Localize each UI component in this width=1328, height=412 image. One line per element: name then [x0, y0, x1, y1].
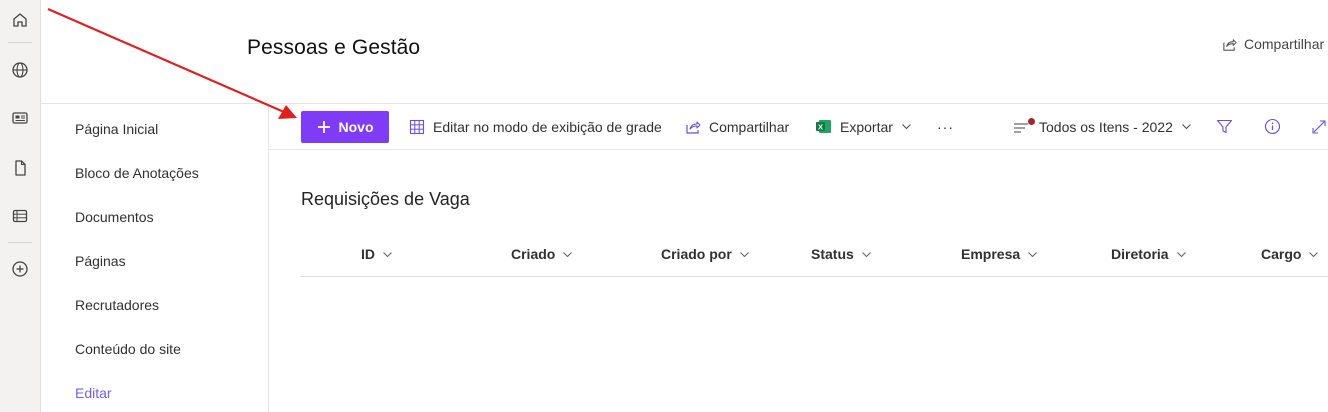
column-header-label: Status [811, 246, 854, 262]
plus-icon [317, 121, 330, 133]
chevron-down-icon [383, 251, 392, 257]
app-rail [0, 0, 41, 412]
news-icon[interactable] [6, 104, 34, 132]
column-header-label: Criado por [661, 246, 732, 262]
column-header-id[interactable]: ID [361, 246, 393, 262]
new-button[interactable]: Novo [301, 111, 389, 143]
svg-text:X: X [818, 123, 823, 132]
column-header-diretoria[interactable]: Diretoria [1111, 246, 1187, 262]
filter-button[interactable] [1216, 104, 1233, 149]
nav-item-recrutadores[interactable]: Recrutadores [75, 297, 159, 313]
expand-icon [1312, 119, 1326, 134]
grid-icon [409, 119, 425, 134]
new-button-label: Novo [338, 119, 374, 135]
site-share-button[interactable]: Compartilhar [1222, 36, 1324, 52]
column-header-empresa[interactable]: Empresa [961, 246, 1038, 262]
column-header-criado-por[interactable]: Criado por [661, 246, 750, 262]
chevron-down-icon [1176, 251, 1186, 257]
rail-separator [8, 42, 32, 43]
view-selector[interactable]: Todos os Itens - 2022 [1013, 104, 1192, 149]
home-icon[interactable] [6, 6, 34, 34]
column-header-label: Empresa [961, 246, 1021, 262]
nav-item-pagina-inicial[interactable]: Página Inicial [75, 121, 158, 137]
chevron-down-icon [1028, 251, 1038, 257]
export-button[interactable]: X Exportar [815, 104, 912, 149]
more-options-button[interactable]: ··· [937, 104, 954, 149]
chevron-down-icon [563, 251, 573, 257]
info-button[interactable] [1264, 104, 1281, 149]
column-header-label: ID [361, 246, 375, 262]
share-label: Compartilhar [709, 118, 790, 135]
column-header-label: Criado [511, 246, 556, 262]
column-header-divider [300, 276, 1328, 277]
list-icon[interactable] [6, 202, 34, 230]
command-bar: Novo Editar no modo de exibição de grade… [269, 104, 1328, 150]
chevron-down-icon [739, 251, 749, 257]
nav-item-bloco-de-anotacoes[interactable]: Bloco de Anotações [75, 165, 199, 181]
globe-icon[interactable] [6, 56, 34, 84]
site-share-label: Compartilhar [1244, 36, 1325, 52]
chevron-down-icon [1309, 251, 1319, 257]
document-icon[interactable] [6, 154, 34, 182]
nav-edit-link[interactable]: Editar [75, 385, 112, 401]
nav-item-paginas[interactable]: Páginas [75, 253, 126, 269]
share-button[interactable]: Compartilhar [685, 104, 789, 149]
export-label: Exportar [840, 118, 893, 135]
rail-separator [8, 242, 32, 243]
share-icon [1223, 38, 1237, 51]
column-header-criado[interactable]: Criado [511, 246, 573, 262]
chevron-down-icon [1181, 124, 1191, 130]
filter-icon [1216, 119, 1233, 134]
view-options-icon [1013, 117, 1035, 134]
site-navigation: Página Inicial Bloco de Anotações Docume… [41, 104, 269, 412]
excel-icon: X [816, 120, 831, 133]
info-icon [1264, 118, 1281, 135]
column-header-cargo[interactable]: Cargo [1261, 246, 1319, 262]
chevron-down-icon [861, 251, 871, 257]
nav-item-documentos[interactable]: Documentos [75, 209, 154, 225]
site-title: Pessoas e Gestão [247, 36, 421, 59]
expand-button[interactable] [1311, 104, 1327, 149]
nav-item-conteudo-do-site[interactable]: Conteúdo do site [75, 341, 181, 357]
grid-edit-button[interactable]: Editar no modo de exibição de grade [409, 104, 662, 149]
share-icon [686, 120, 701, 134]
view-selector-label: Todos os Itens - 2022 [1039, 118, 1173, 135]
chevron-down-icon [902, 124, 911, 130]
column-header-label: Diretoria [1111, 246, 1169, 262]
list-title: Requisições de Vaga [301, 189, 470, 209]
add-circle-icon[interactable] [6, 255, 34, 283]
more-options-label: ··· [937, 118, 954, 135]
column-header-label: Cargo [1261, 246, 1302, 262]
column-header-status[interactable]: Status [811, 246, 872, 262]
grid-edit-label: Editar no modo de exibição de grade [433, 118, 662, 135]
view-modified-dot [1028, 117, 1035, 125]
